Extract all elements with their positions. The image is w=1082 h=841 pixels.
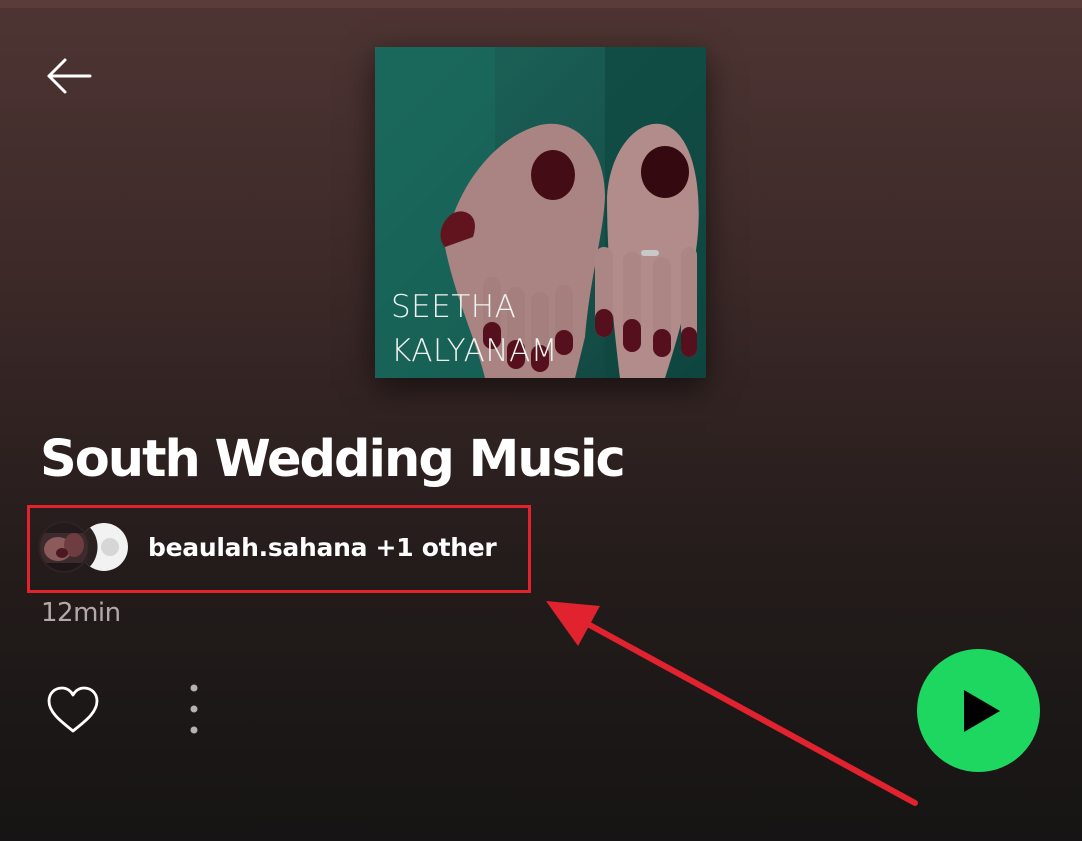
playlist-cover-art: SEETHA KALYANAM	[375, 47, 706, 378]
heart-outline-icon	[47, 686, 99, 733]
cover-title-line1: SEETHA	[391, 289, 517, 325]
owner-avatar-1	[40, 523, 88, 571]
owner-names[interactable]: beaulah.sahana +1 other	[148, 533, 497, 562]
back-button[interactable]	[40, 50, 96, 102]
cover-title: SEETHA KALYANAM	[391, 285, 558, 373]
cover-title-line2: KALYANAM	[391, 333, 559, 369]
play-button[interactable]	[917, 649, 1040, 772]
owner-avatars	[40, 520, 132, 574]
more-vertical-icon	[190, 684, 198, 734]
like-button[interactable]	[44, 684, 102, 736]
play-icon	[964, 690, 1000, 732]
arrow-left-icon	[47, 58, 92, 94]
playlist-owners[interactable]: beaulah.sahana +1 other	[40, 520, 497, 574]
more-options-button[interactable]	[180, 680, 208, 738]
playlist-duration: 12min	[41, 598, 121, 628]
top-edge	[0, 0, 1082, 8]
playlist-title: South Wedding Music	[40, 430, 626, 489]
